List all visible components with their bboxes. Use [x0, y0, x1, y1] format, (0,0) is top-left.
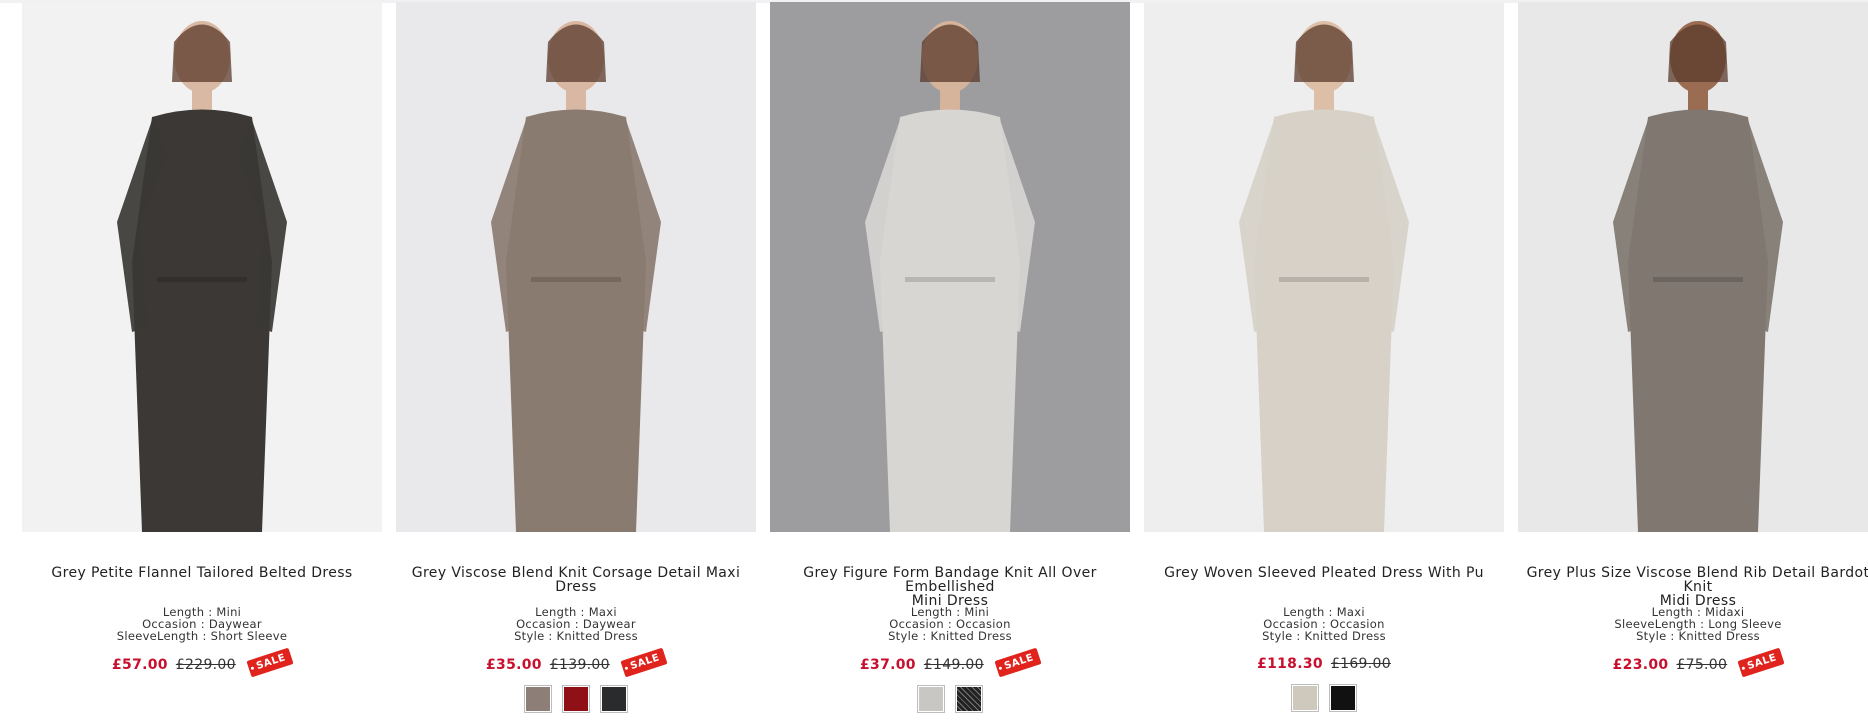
attribute-separator: : — [918, 629, 931, 643]
product-attributes: Length : Mini Occasion : Occasion Style : … — [770, 606, 1130, 642]
attribute-value: Knitted Dress — [1678, 629, 1760, 643]
product-card[interactable]: Grey Petite Flannel Tailored Belted Dres… — [22, 2, 382, 713]
color-swatch-grey-brown[interactable] — [524, 685, 552, 713]
price-row: £23.00 £75.00 SALE — [1518, 647, 1868, 678]
product-attributes: Length : Mini Occasion : Daywear SleeveLen… — [22, 606, 382, 642]
product-title-line1[interactable]: Grey Figure Form Bandage Knit All Over E… — [774, 566, 1126, 594]
attribute-value: Knitted Dress — [1304, 629, 1386, 643]
original-price: £139.00 — [549, 656, 610, 673]
swatch-fill — [526, 687, 550, 711]
sale-tag-icon: SALE — [994, 647, 1042, 678]
product-title-line1[interactable]: Grey Woven Sleeved Pleated Dress With Pu — [1148, 566, 1500, 580]
attribute-value: Knitted Dress — [930, 629, 1012, 643]
product-title-line1[interactable]: Grey Petite Flannel Tailored Belted Dres… — [26, 566, 378, 580]
original-price: £75.00 — [1676, 656, 1728, 673]
attribute-row: Style : Knitted Dress — [1262, 630, 1386, 642]
attribute-value: Short Sleeve — [210, 629, 288, 643]
swatch-fill — [919, 687, 943, 711]
swatch-fill — [1331, 686, 1355, 710]
product-card[interactable]: Grey Woven Sleeved Pleated Dress With Pu… — [1144, 2, 1504, 713]
attribute-key: Style — [1636, 629, 1667, 643]
attribute-key: Style — [888, 629, 919, 643]
product-attributes: Length : Maxi Occasion : Daywear Style : K… — [396, 606, 756, 642]
swatch-fill — [564, 687, 588, 711]
color-swatch-light-grey[interactable] — [917, 685, 945, 713]
color-swatch-red[interactable] — [562, 685, 590, 713]
attribute-separator: : — [1666, 629, 1679, 643]
product-image[interactable] — [1518, 2, 1868, 532]
swatch-fill — [1293, 686, 1317, 710]
attribute-key: SleeveLength — [116, 629, 199, 643]
color-swatch-charcoal[interactable] — [600, 685, 628, 713]
attribute-separator: : — [544, 629, 557, 643]
color-swatches — [1518, 685, 1868, 713]
product-image[interactable] — [770, 2, 1130, 532]
product-title[interactable]: Grey Petite Flannel Tailored Belted Dres… — [22, 566, 382, 596]
sale-tag-icon: SALE — [1737, 647, 1785, 678]
attribute-row: Style : Knitted Dress — [888, 630, 1012, 642]
sale-price: £118.30 — [1257, 656, 1323, 672]
product-title[interactable]: Grey Woven Sleeved Pleated Dress With Pu — [1144, 566, 1504, 596]
attribute-key: Style — [1262, 629, 1293, 643]
price-row: £37.00 £149.00 SALE — [770, 647, 1130, 678]
price-row: £118.30 £169.00 — [1144, 656, 1504, 672]
product-image[interactable] — [22, 2, 382, 532]
product-title-line1[interactable]: Grey Viscose Blend Knit Corsage Detail M… — [400, 566, 752, 594]
color-swatches — [22, 685, 382, 713]
price-row: £57.00 £229.00 SALE — [22, 647, 382, 678]
attribute-separator: : — [198, 629, 211, 643]
color-swatch-black[interactable] — [1329, 684, 1357, 712]
product-card[interactable]: Grey Figure Form Bandage Knit All Over E… — [770, 2, 1130, 713]
sale-tag-icon: SALE — [620, 647, 668, 678]
original-price: £229.00 — [175, 656, 236, 673]
swatch-fill — [957, 687, 981, 711]
attribute-row: Style : Knitted Dress — [1636, 630, 1760, 642]
sale-price: £23.00 — [1612, 656, 1669, 673]
attribute-separator: : — [1292, 629, 1305, 643]
attribute-row: Style : Knitted Dress — [514, 630, 638, 642]
product-image[interactable] — [1144, 2, 1504, 532]
attribute-key: Style — [514, 629, 545, 643]
attribute-row: SleeveLength : Short Sleeve — [117, 630, 288, 642]
color-swatches — [770, 685, 1130, 713]
sale-tag-icon: SALE — [246, 647, 294, 678]
product-attributes: Length : Midaxi SleeveLength : Long Sleev… — [1518, 606, 1868, 642]
color-swatches — [1144, 684, 1504, 712]
color-swatch-black-embellished[interactable] — [955, 685, 983, 713]
sale-price: £57.00 — [112, 656, 168, 673]
color-swatches — [396, 685, 756, 713]
attribute-value: Knitted Dress — [556, 629, 638, 643]
product-title[interactable]: Grey Viscose Blend Knit Corsage Detail M… — [396, 566, 756, 596]
product-image[interactable] — [396, 2, 756, 532]
sale-price: £35.00 — [486, 656, 542, 673]
original-price: £149.00 — [923, 656, 984, 673]
product-card[interactable]: Grey Plus Size Viscose Blend Rib Detail … — [1518, 2, 1868, 713]
product-attributes: Length : Maxi Occasion : Occasion Style : … — [1144, 606, 1504, 642]
swatch-fill — [602, 687, 626, 711]
price-row: £35.00 £139.00 SALE — [396, 647, 756, 678]
product-card[interactable]: Grey Viscose Blend Knit Corsage Detail M… — [396, 2, 756, 713]
color-swatch-stone[interactable] — [1291, 684, 1319, 712]
product-title[interactable]: Grey Figure Form Bandage Knit All Over E… — [770, 566, 1130, 608]
product-title[interactable]: Grey Plus Size Viscose Blend Rib Detail … — [1518, 566, 1868, 608]
original-price: £169.00 — [1330, 656, 1391, 672]
sale-price: £37.00 — [860, 656, 916, 673]
product-title-line1[interactable]: Grey Plus Size Viscose Blend Rib Detail … — [1522, 566, 1868, 594]
product-grid: Grey Petite Flannel Tailored Belted Dres… — [22, 2, 1868, 713]
